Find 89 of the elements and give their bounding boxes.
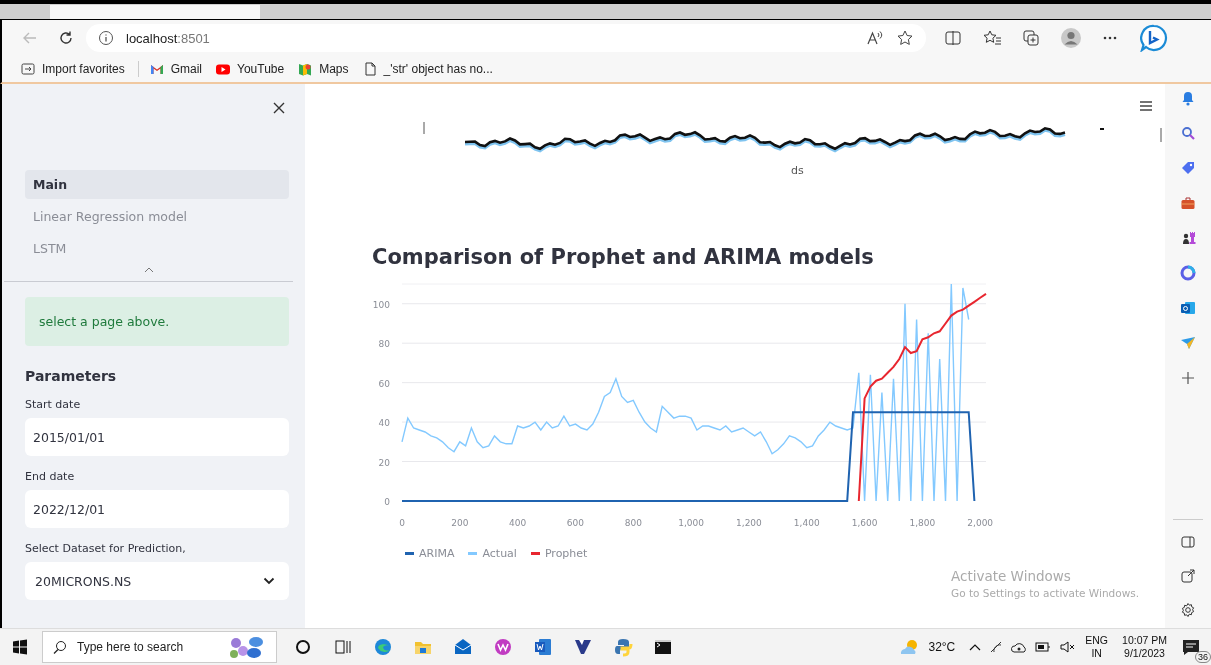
x-tick-label: 0 — [399, 518, 405, 528]
search-field[interactable]: Type here to search — [42, 631, 277, 663]
chart-title: Comparison of Prophet and ARIMA models — [372, 245, 875, 269]
tag-icon[interactable] — [1180, 160, 1196, 176]
x-tick-label: 200 — [451, 518, 469, 528]
refresh-icon[interactable] — [58, 30, 74, 46]
mail-app-icon[interactable] — [1180, 300, 1196, 316]
y-tick-label: 0 — [384, 497, 390, 507]
plus-icon[interactable] — [1180, 370, 1196, 386]
x-tick-label: 1,200 — [736, 518, 762, 528]
speaker-muted-icon[interactable] — [1059, 640, 1076, 654]
cloud-icon[interactable] — [1011, 640, 1028, 654]
x-tick-label: 600 — [566, 518, 585, 528]
bookmark-link[interactable]: YouTube — [237, 62, 285, 76]
address-bar[interactable]: localhost:8501 — [86, 24, 926, 52]
map-logo-icon — [297, 61, 314, 77]
clock[interactable]: 10:07 PM 9/1/2023 — [1122, 634, 1167, 660]
temperature-text[interactable]: 32°C — [928, 640, 956, 654]
cortana-icon[interactable] — [293, 637, 313, 657]
activation-title: Activate Windows — [951, 568, 1072, 584]
section-heading: Parameters — [25, 368, 118, 384]
x-tick-label: 1,400 — [793, 518, 820, 528]
chat-logo-icon[interactable] — [1140, 24, 1168, 52]
info-icon — [98, 30, 114, 46]
info-message: select a page above. — [25, 297, 289, 346]
favorites-icon[interactable] — [982, 29, 1002, 47]
y-tick-label: 40 — [378, 418, 390, 429]
legend-item[interactable]: Actual — [468, 547, 517, 560]
date-input[interactable]: 2022/12/01 — [25, 490, 289, 528]
search-icon — [53, 640, 67, 654]
axis-title: ds — [791, 164, 805, 177]
notification-bell-icon[interactable] — [1180, 90, 1196, 106]
y-tick-label: 80 — [378, 339, 390, 350]
x-tick-label: 1,800 — [909, 518, 936, 528]
field-label: Select Dataset for Prediction, — [25, 542, 187, 555]
nav-link[interactable]: Main — [25, 170, 289, 199]
field-label: Start date — [25, 398, 82, 411]
collapse-icon[interactable] — [143, 267, 154, 273]
chevron-down-icon — [263, 577, 275, 585]
field-label: End date — [25, 470, 76, 483]
python-icon[interactable] — [613, 637, 633, 657]
split-screen-icon[interactable] — [944, 30, 962, 46]
paper-plane-icon[interactable] — [1180, 335, 1196, 351]
terminal-icon[interactable] — [653, 637, 673, 657]
menu-icon[interactable] — [1139, 100, 1153, 112]
y-tick-label: 60 — [378, 378, 390, 389]
dataset-select[interactable]: 20MICRONS.NS — [25, 562, 289, 600]
v-logo-icon[interactable] — [573, 637, 593, 657]
notification-icon[interactable] — [1181, 638, 1201, 656]
bookmark-link[interactable]: Maps — [319, 62, 349, 76]
language-indicator[interactable]: ENG IN — [1085, 634, 1109, 660]
y-tick-label: 100 — [372, 299, 390, 310]
legend-item[interactable]: Prophet — [530, 547, 588, 560]
star-icon[interactable] — [896, 29, 914, 47]
external-link-icon[interactable] — [1180, 568, 1196, 584]
close-icon[interactable] — [273, 102, 285, 114]
battery-icon[interactable] — [1035, 641, 1052, 653]
x-tick-label: 2,000 — [967, 518, 994, 528]
bookmark-link[interactable]: Import favorites — [42, 62, 125, 76]
browser-icon[interactable] — [373, 637, 393, 657]
date-input[interactable]: 2015/01/01 — [25, 418, 289, 456]
bookmark-link[interactable]: _'str' object has no... — [383, 62, 493, 76]
x-tick-label: 1,000 — [678, 518, 704, 528]
office-app-icon[interactable] — [493, 637, 513, 657]
import-icon — [20, 61, 36, 77]
settings-icon[interactable] — [1180, 602, 1196, 618]
profile-icon[interactable] — [1060, 27, 1082, 49]
x-tick-label: 800 — [624, 518, 642, 528]
x-tick-label: 1,600 — [851, 518, 878, 528]
collections-icon[interactable] — [1022, 29, 1040, 47]
briefcase-icon[interactable] — [1180, 195, 1196, 211]
document-app-icon[interactable] — [533, 637, 553, 657]
notification-count: 36 — [1195, 651, 1211, 663]
more-icon[interactable] — [1102, 35, 1118, 41]
x-tick-label: 400 — [509, 518, 527, 528]
start-icon[interactable] — [12, 639, 28, 655]
ring-logo-icon[interactable] — [1180, 265, 1196, 281]
search-input[interactable]: Type here to search — [75, 639, 220, 655]
y-tick-label: 20 — [378, 457, 390, 468]
bookmark-link[interactable]: Gmail — [170, 62, 203, 76]
sidebar-toggle-icon[interactable] — [1180, 534, 1196, 550]
search-icon[interactable] — [1180, 125, 1196, 141]
task-view-icon[interactable] — [333, 637, 353, 657]
mail-icon[interactable] — [453, 637, 473, 657]
read-aloud-icon[interactable] — [866, 30, 884, 46]
chevron-up-icon[interactable] — [969, 643, 982, 651]
chess-pieces-icon[interactable] — [1180, 230, 1196, 246]
url-text: localhost:8501 — [126, 30, 210, 46]
activation-text: Go to Settings to activate Windows. — [951, 587, 1140, 599]
